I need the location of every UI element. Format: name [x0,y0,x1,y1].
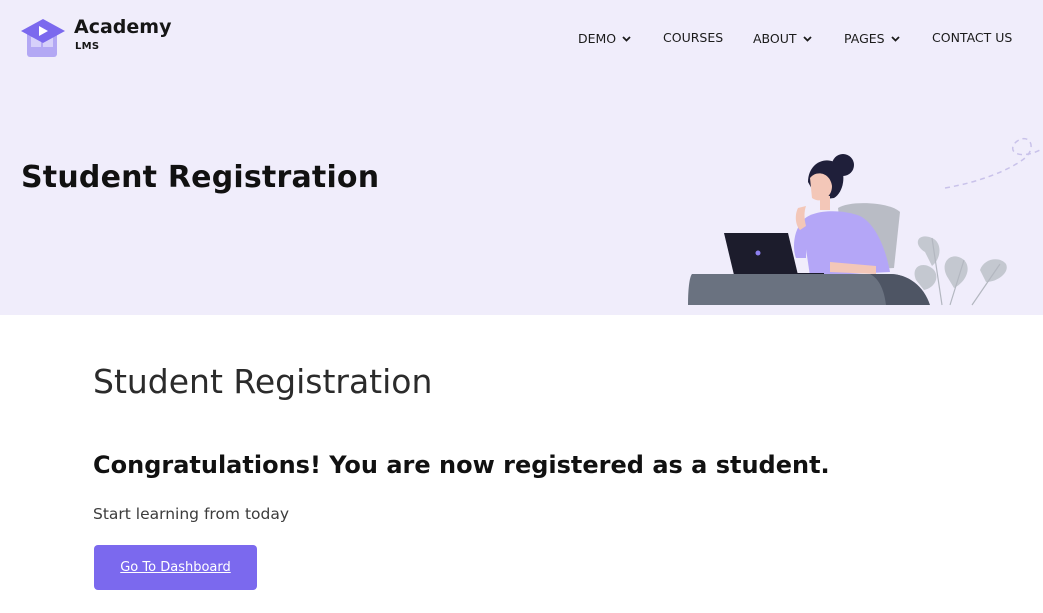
nav-item-courses[interactable]: COURSES [663,29,723,47]
hero-title: Student Registration [21,160,380,195]
success-subtext: Start learning from today [93,505,290,523]
success-heading: Congratulations! You are now registered … [93,451,830,479]
woman-with-laptop-illustration [688,137,1041,306]
chevron-down-icon [890,29,900,47]
nav-item-demo[interactable]: DEMO [578,29,631,47]
nav-item-label: ABOUT [753,31,797,46]
page-title: Student Registration [93,362,433,401]
main-nav: DEMO COURSES ABOUT PAGES CONTACT US [0,29,1043,47]
hero-banner: Academy LMS DEMO COURSES ABOUT PAGES CON… [0,0,1043,315]
nav-item-label: CONTACT US [932,30,1013,45]
nav-item-about[interactable]: ABOUT [753,29,812,47]
chevron-down-icon [622,29,631,47]
go-to-dashboard-button[interactable]: Go To Dashboard [94,545,257,590]
nav-item-contact-us[interactable]: CONTACT US [932,29,1012,47]
chevron-down-icon [802,29,812,47]
nav-item-pages[interactable]: PAGES [844,29,900,47]
nav-item-label: DEMO [578,31,617,46]
nav-item-label: PAGES [844,31,885,46]
nav-item-label: COURSES [663,30,724,45]
go-to-dashboard-label: Go To Dashboard [120,560,231,575]
